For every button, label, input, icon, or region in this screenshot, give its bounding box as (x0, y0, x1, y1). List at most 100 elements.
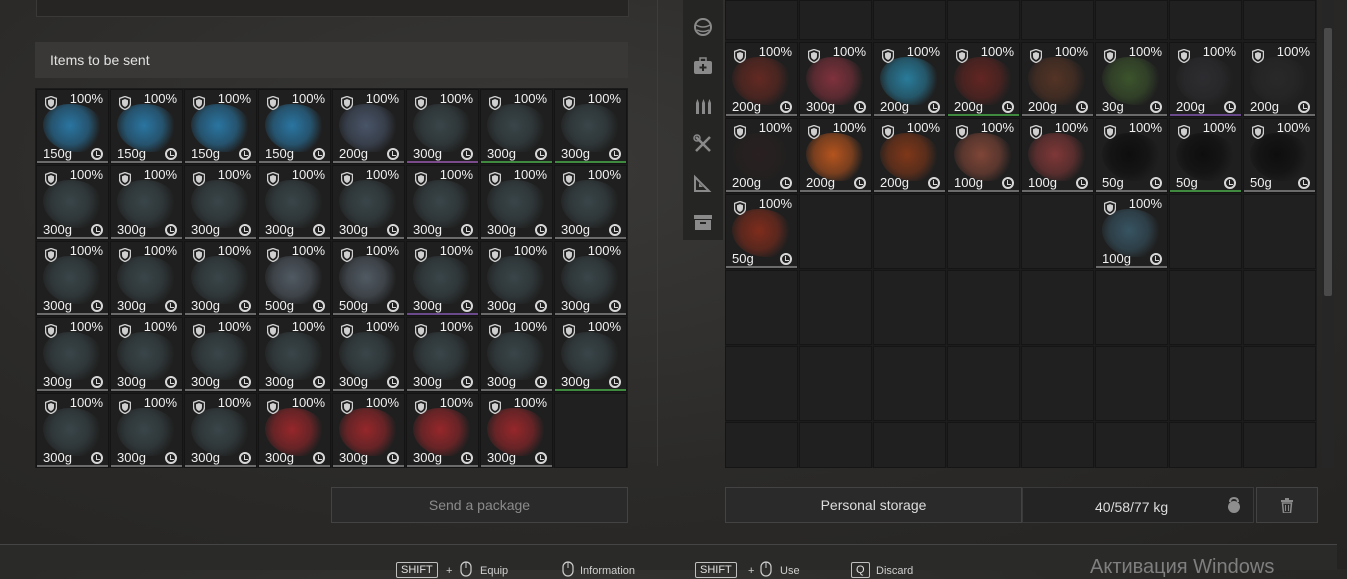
empty-slot[interactable] (725, 270, 798, 345)
inventory-item-slot[interactable]: 100% 300g (480, 165, 553, 240)
inventory-item-slot[interactable]: 100% 300g (554, 317, 627, 392)
tab-medical[interactable] (683, 47, 723, 85)
inventory-item-slot[interactable]: 100% 150g (36, 89, 109, 164)
inventory-item-slot[interactable]: 100% 300g (258, 393, 331, 468)
inventory-item-slot[interactable]: 100% 200g (1243, 42, 1316, 117)
empty-slot[interactable] (1095, 0, 1168, 40)
empty-slot[interactable] (873, 0, 946, 40)
inventory-item-slot[interactable]: 100% 300g (110, 317, 183, 392)
tab-tools[interactable] (683, 125, 723, 163)
inventory-item-slot[interactable]: 100% 300g (554, 89, 627, 164)
inventory-item-slot[interactable]: 100% 300g (110, 165, 183, 240)
empty-slot[interactable] (725, 346, 798, 421)
empty-slot[interactable] (799, 422, 872, 468)
empty-slot[interactable] (1169, 270, 1242, 345)
inventory-item-slot[interactable]: 100% 300g (332, 165, 405, 240)
empty-slot[interactable] (947, 0, 1020, 40)
inventory-item-slot[interactable]: 100% 100g (947, 118, 1020, 193)
empty-slot[interactable] (1095, 346, 1168, 421)
inventory-item-slot[interactable]: 100% 200g (947, 42, 1020, 117)
empty-slot[interactable] (799, 194, 872, 269)
personal-storage-button[interactable]: Personal storage (725, 487, 1022, 523)
empty-slot[interactable] (1021, 422, 1094, 468)
tab-blueprints[interactable] (683, 164, 723, 202)
inventory-item-slot[interactable]: 100% 200g (873, 42, 946, 117)
empty-slot[interactable] (1169, 422, 1242, 468)
inventory-item-slot[interactable]: 100% 300g (406, 317, 479, 392)
inventory-item-slot[interactable]: 100% 300g (110, 241, 183, 316)
empty-slot[interactable] (873, 270, 946, 345)
tab-ammo[interactable] (683, 86, 723, 124)
empty-slot[interactable] (1243, 194, 1316, 269)
inventory-item-slot[interactable]: 100% 300g (332, 393, 405, 468)
empty-slot[interactable] (799, 346, 872, 421)
empty-slot[interactable] (725, 0, 798, 40)
inventory-item-slot[interactable]: 100% 300g (480, 241, 553, 316)
inventory-item-slot[interactable]: 100% 300g (184, 241, 257, 316)
empty-slot[interactable] (947, 270, 1020, 345)
inventory-item-slot[interactable]: 100% 300g (36, 165, 109, 240)
inventory-item-slot[interactable]: 100% 200g (725, 118, 798, 193)
inventory-item-slot[interactable]: 100% 300g (184, 317, 257, 392)
empty-slot[interactable] (799, 270, 872, 345)
inventory-item-slot[interactable]: 100% 300g (406, 393, 479, 468)
send-package-button[interactable]: Send a package (331, 487, 628, 523)
inventory-item-slot[interactable]: 100% 300g (184, 393, 257, 468)
empty-slot[interactable] (1243, 0, 1316, 40)
empty-slot[interactable] (725, 422, 798, 468)
inventory-item-slot[interactable]: 100% 300g (110, 393, 183, 468)
empty-slot[interactable] (554, 393, 627, 468)
empty-slot[interactable] (1243, 346, 1316, 421)
empty-slot[interactable] (1021, 346, 1094, 421)
inventory-item-slot[interactable]: 100% 300g (406, 241, 479, 316)
inventory-item-slot[interactable]: 100% 200g (799, 118, 872, 193)
inventory-item-slot[interactable]: 100% 300g (480, 393, 553, 468)
inventory-item-slot[interactable]: 100% 300g (480, 317, 553, 392)
tab-all[interactable] (683, 8, 723, 46)
empty-slot[interactable] (1243, 270, 1316, 345)
empty-slot[interactable] (947, 346, 1020, 421)
inventory-item-slot[interactable]: 100% 50g (1095, 118, 1168, 193)
inventory-item-slot[interactable]: 100% 30g (1095, 42, 1168, 117)
inventory-item-slot[interactable]: 100% 300g (36, 241, 109, 316)
empty-slot[interactable] (1095, 422, 1168, 468)
inventory-item-slot[interactable]: 100% 300g (480, 89, 553, 164)
inventory-item-slot[interactable]: 100% 500g (258, 241, 331, 316)
inventory-item-slot[interactable]: 100% 300g (332, 317, 405, 392)
inventory-item-slot[interactable]: 100% 300g (799, 42, 872, 117)
inventory-item-slot[interactable]: 100% 200g (725, 42, 798, 117)
storage-scroll-thumb[interactable] (1324, 28, 1332, 296)
inventory-item-slot[interactable]: 100% 500g (332, 241, 405, 316)
discard-button[interactable] (1256, 487, 1318, 523)
inventory-item-slot[interactable]: 100% 50g (725, 194, 798, 269)
empty-slot[interactable] (799, 0, 872, 40)
empty-slot[interactable] (1021, 194, 1094, 269)
inventory-item-slot[interactable]: 100% 300g (554, 241, 627, 316)
inventory-item-slot[interactable]: 100% 300g (36, 317, 109, 392)
inventory-item-slot[interactable]: 100% 100g (1021, 118, 1094, 193)
inventory-item-slot[interactable]: 100% 300g (184, 165, 257, 240)
inventory-item-slot[interactable]: 100% 300g (258, 165, 331, 240)
inventory-item-slot[interactable]: 100% 200g (1021, 42, 1094, 117)
empty-slot[interactable] (947, 194, 1020, 269)
inventory-item-slot[interactable]: 100% 150g (258, 89, 331, 164)
inventory-item-slot[interactable]: 100% 100g (1095, 194, 1168, 269)
empty-slot[interactable] (873, 194, 946, 269)
inventory-item-slot[interactable]: 100% 50g (1169, 118, 1242, 193)
empty-slot[interactable] (873, 346, 946, 421)
inventory-item-slot[interactable]: 100% 300g (554, 165, 627, 240)
inventory-item-slot[interactable]: 100% 300g (36, 393, 109, 468)
empty-slot[interactable] (1021, 0, 1094, 40)
empty-slot[interactable] (947, 422, 1020, 468)
empty-slot[interactable] (1169, 0, 1242, 40)
inventory-item-slot[interactable]: 100% 200g (332, 89, 405, 164)
empty-slot[interactable] (1169, 194, 1242, 269)
tab-misc[interactable] (683, 203, 723, 241)
inventory-item-slot[interactable]: 100% 150g (110, 89, 183, 164)
inventory-item-slot[interactable]: 100% 200g (1169, 42, 1242, 117)
empty-slot[interactable] (1021, 270, 1094, 345)
empty-slot[interactable] (1169, 346, 1242, 421)
inventory-item-slot[interactable]: 100% 50g (1243, 118, 1316, 193)
inventory-item-slot[interactable]: 100% 300g (406, 89, 479, 164)
inventory-item-slot[interactable]: 100% 300g (406, 165, 479, 240)
